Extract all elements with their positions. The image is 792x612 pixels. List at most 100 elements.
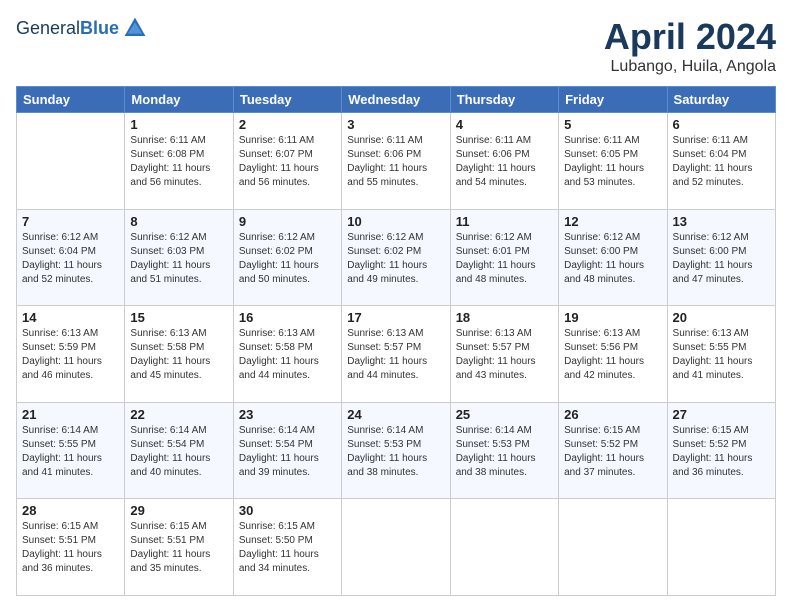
logo-general-text: GeneralBlue [16, 18, 119, 39]
calendar-week-row: 7 Sunrise: 6:12 AM Sunset: 6:04 PM Daylig… [17, 209, 776, 306]
calendar-cell: 2 Sunrise: 6:11 AM Sunset: 6:07 PM Daylig… [233, 113, 341, 210]
calendar-cell: 11 Sunrise: 6:12 AM Sunset: 6:01 PM Dayli… [450, 209, 558, 306]
day-number: 2 [239, 117, 336, 132]
day-info: Sunrise: 6:13 AM Sunset: 5:58 PM Dayligh… [239, 327, 336, 383]
calendar-header-monday: Monday [125, 87, 233, 113]
day-info: Sunrise: 6:15 AM Sunset: 5:52 PM Dayligh… [564, 424, 661, 480]
day-number: 3 [347, 117, 444, 132]
location: Lubango, Huila, Angola [604, 58, 776, 76]
day-info: Sunrise: 6:15 AM Sunset: 5:51 PM Dayligh… [130, 520, 227, 576]
day-info: Sunrise: 6:12 AM Sunset: 6:00 PM Dayligh… [564, 231, 661, 287]
calendar-cell: 19Sunrise: 6:13 AM Sunset: 5:56 PM Dayli… [559, 306, 667, 403]
calendar-cell [450, 499, 558, 596]
day-number: 14 [22, 310, 119, 325]
day-info: Sunrise: 6:14 AM Sunset: 5:53 PM Dayligh… [347, 424, 444, 480]
calendar-week-row: 28 Sunrise: 6:15 AM Sunset: 5:51 PM Dayli… [17, 499, 776, 596]
day-number: 23 [239, 407, 336, 422]
day-number: 9 [239, 214, 336, 229]
day-number: 8 [130, 214, 227, 229]
calendar-cell: 20Sunrise: 6:13 AM Sunset: 5:55 PM Dayli… [667, 306, 775, 403]
calendar-cell: 16 Sunrise: 6:13 AM Sunset: 5:58 PM Dayli… [233, 306, 341, 403]
day-info: Sunrise: 6:12 AM Sunset: 6:00 PM Dayligh… [673, 231, 770, 287]
calendar-week-row: 21 Sunrise: 6:14 AM Sunset: 5:55 PM Dayli… [17, 402, 776, 499]
calendar-cell [559, 499, 667, 596]
calendar-cell: 24 Sunrise: 6:14 AM Sunset: 5:53 PM Dayli… [342, 402, 450, 499]
day-number: 29 [130, 503, 227, 518]
day-info: Sunrise: 6:15 AM Sunset: 5:50 PM Dayligh… [239, 520, 336, 576]
day-info: Sunrise: 6:13 AM Sunset: 5:57 PM Dayligh… [347, 327, 444, 383]
calendar-header-tuesday: Tuesday [233, 87, 341, 113]
day-info: Sunrise: 6:12 AM Sunset: 6:03 PM Dayligh… [130, 231, 227, 287]
day-number: 28 [22, 503, 119, 518]
calendar-cell: 3 Sunrise: 6:11 AM Sunset: 6:06 PM Daylig… [342, 113, 450, 210]
calendar-header-thursday: Thursday [450, 87, 558, 113]
day-info: Sunrise: 6:13 AM Sunset: 5:58 PM Dayligh… [130, 327, 227, 383]
day-info: Sunrise: 6:12 AM Sunset: 6:02 PM Dayligh… [347, 231, 444, 287]
day-number: 7 [22, 214, 119, 229]
calendar-cell: 14 Sunrise: 6:13 AM Sunset: 5:59 PM Dayli… [17, 306, 125, 403]
day-number: 12 [564, 214, 661, 229]
day-info: Sunrise: 6:11 AM Sunset: 6:04 PM Dayligh… [673, 134, 770, 190]
day-number: 5 [564, 117, 661, 132]
calendar-cell: 13 Sunrise: 6:12 AM Sunset: 6:00 PM Dayli… [667, 209, 775, 306]
day-info: Sunrise: 6:13 AM Sunset: 5:59 PM Dayligh… [22, 327, 119, 383]
calendar-cell [667, 499, 775, 596]
day-info: Sunrise: 6:14 AM Sunset: 5:55 PM Dayligh… [22, 424, 119, 480]
day-number: 24 [347, 407, 444, 422]
calendar-cell: 8 Sunrise: 6:12 AM Sunset: 6:03 PM Daylig… [125, 209, 233, 306]
header: GeneralBlue April 2024 Lubango, Huila, A… [16, 16, 776, 76]
day-number: 22 [130, 407, 227, 422]
day-info: Sunrise: 6:12 AM Sunset: 6:02 PM Dayligh… [239, 231, 336, 287]
calendar-week-row: 14 Sunrise: 6:13 AM Sunset: 5:59 PM Dayli… [17, 306, 776, 403]
calendar-header-sunday: Sunday [17, 87, 125, 113]
calendar-cell: 5 Sunrise: 6:11 AM Sunset: 6:05 PM Daylig… [559, 113, 667, 210]
calendar-cell: 17 Sunrise: 6:13 AM Sunset: 5:57 PM Dayli… [342, 306, 450, 403]
logo-icon [123, 16, 147, 40]
day-info: Sunrise: 6:13 AM Sunset: 5:57 PM Dayligh… [456, 327, 553, 383]
day-number: 13 [673, 214, 770, 229]
day-info: Sunrise: 6:12 AM Sunset: 6:04 PM Dayligh… [22, 231, 119, 287]
day-number: 27 [673, 407, 770, 422]
day-number: 21 [22, 407, 119, 422]
day-number: 11 [456, 214, 553, 229]
calendar-cell: 22 Sunrise: 6:14 AM Sunset: 5:54 PM Dayli… [125, 402, 233, 499]
day-number: 17 [347, 310, 444, 325]
day-number: 1 [130, 117, 227, 132]
calendar-cell: 25Sunrise: 6:14 AM Sunset: 5:53 PM Dayli… [450, 402, 558, 499]
month-title: April 2024 [604, 16, 776, 58]
calendar-cell [342, 499, 450, 596]
day-number: 15 [130, 310, 227, 325]
calendar-cell [17, 113, 125, 210]
page: GeneralBlue April 2024 Lubango, Huila, A… [0, 0, 792, 612]
calendar-cell: 9 Sunrise: 6:12 AM Sunset: 6:02 PM Daylig… [233, 209, 341, 306]
calendar-table: SundayMondayTuesdayWednesdayThursdayFrid… [16, 86, 776, 596]
day-info: Sunrise: 6:11 AM Sunset: 6:06 PM Dayligh… [456, 134, 553, 190]
day-info: Sunrise: 6:14 AM Sunset: 5:53 PM Dayligh… [456, 424, 553, 480]
day-info: Sunrise: 6:13 AM Sunset: 5:55 PM Dayligh… [673, 327, 770, 383]
day-info: Sunrise: 6:11 AM Sunset: 6:06 PM Dayligh… [347, 134, 444, 190]
calendar-cell: 26 Sunrise: 6:15 AM Sunset: 5:52 PM Dayli… [559, 402, 667, 499]
day-info: Sunrise: 6:13 AM Sunset: 5:56 PM Dayligh… [564, 327, 661, 383]
day-number: 6 [673, 117, 770, 132]
calendar-cell: 28Sunrise: 6:15 AM Sunset: 5:51 PM Dayli… [17, 499, 125, 596]
calendar-header-row: SundayMondayTuesdayWednesdayThursdayFrid… [17, 87, 776, 113]
day-info: Sunrise: 6:12 AM Sunset: 6:01 PM Dayligh… [456, 231, 553, 287]
calendar-cell: 21 Sunrise: 6:14 AM Sunset: 5:55 PM Dayli… [17, 402, 125, 499]
calendar-cell: 7 Sunrise: 6:12 AM Sunset: 6:04 PM Daylig… [17, 209, 125, 306]
day-info: Sunrise: 6:14 AM Sunset: 5:54 PM Dayligh… [239, 424, 336, 480]
logo: GeneralBlue [16, 16, 147, 40]
day-info: Sunrise: 6:15 AM Sunset: 5:52 PM Dayligh… [673, 424, 770, 480]
calendar-cell: 27 Sunrise: 6:15 AM Sunset: 5:52 PM Dayli… [667, 402, 775, 499]
day-number: 16 [239, 310, 336, 325]
day-info: Sunrise: 6:14 AM Sunset: 5:54 PM Dayligh… [130, 424, 227, 480]
day-info: Sunrise: 6:11 AM Sunset: 6:07 PM Dayligh… [239, 134, 336, 190]
calendar-cell: 30 Sunrise: 6:15 AM Sunset: 5:50 PM Dayli… [233, 499, 341, 596]
calendar-week-row: 1Sunrise: 6:11 AM Sunset: 6:08 PM Daylig… [17, 113, 776, 210]
calendar-cell: 23 Sunrise: 6:14 AM Sunset: 5:54 PM Dayli… [233, 402, 341, 499]
day-info: Sunrise: 6:11 AM Sunset: 6:05 PM Dayligh… [564, 134, 661, 190]
day-number: 30 [239, 503, 336, 518]
calendar-header-wednesday: Wednesday [342, 87, 450, 113]
calendar-cell: 10Sunrise: 6:12 AM Sunset: 6:02 PM Dayli… [342, 209, 450, 306]
calendar-cell: 12 Sunrise: 6:12 AM Sunset: 6:00 PM Dayli… [559, 209, 667, 306]
day-number: 26 [564, 407, 661, 422]
